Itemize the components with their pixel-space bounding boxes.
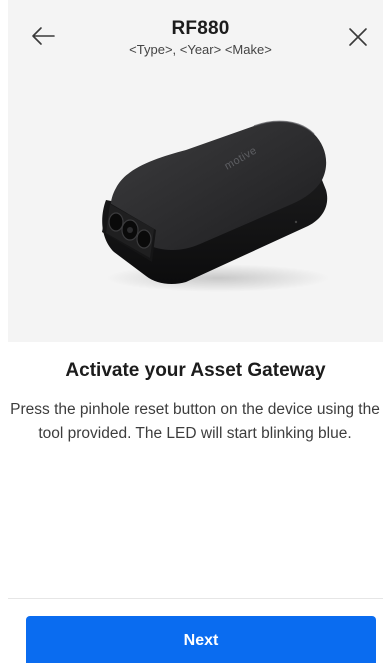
instruction-body: Press the pinhole reset button on the de…: [10, 401, 380, 442]
footer-divider: [8, 598, 383, 599]
close-button[interactable]: [346, 27, 370, 51]
page-subtitle: <Type>, <Year> <Make>: [129, 42, 272, 57]
next-button-label: Next: [183, 632, 219, 649]
screen: RF880 <Type>, <Year> <Make> motive Activ…: [0, 0, 383, 663]
asset-gateway-device-image: motive: [86, 118, 332, 296]
instruction-heading: Activate your Asset Gateway: [65, 360, 326, 381]
arrow-left-icon: [31, 26, 55, 51]
back-button[interactable]: [30, 26, 56, 50]
header-title-block: RF880 <Type>, <Year> <Make>: [60, 17, 341, 59]
close-icon: [348, 27, 368, 52]
next-button[interactable]: Next: [26, 616, 376, 663]
page-title: RF880: [171, 18, 230, 39]
